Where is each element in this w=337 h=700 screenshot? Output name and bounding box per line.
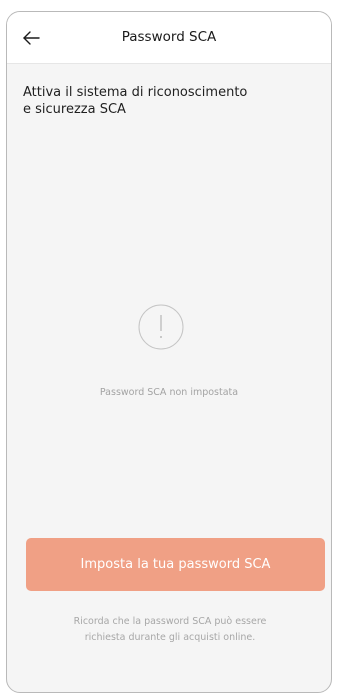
- intro-text: Attiva il sistema di riconoscimento e si…: [23, 84, 283, 118]
- footnote-line: Ricorda che la password SCA può essere: [73, 616, 267, 627]
- page-title: Password SCA: [121, 29, 217, 45]
- top-app-bar: Password SCA: [7, 12, 331, 64]
- footnote-text: Ricorda che la password SCA può essere r…: [37, 614, 303, 646]
- footnote-line: richiesta durante gli acquisti online.: [84, 632, 256, 643]
- app-screen: Password SCA Attiva il sistema di ricono…: [6, 11, 332, 693]
- set-password-button[interactable]: Imposta la tua password SCA: [26, 538, 325, 591]
- exclamation-circle-icon: [138, 304, 184, 350]
- intro-line: Attiva il sistema di riconoscimento: [23, 85, 248, 100]
- intro-line: e sicurezza SCA: [23, 102, 126, 117]
- status-message: Password SCA non impostata: [99, 387, 239, 398]
